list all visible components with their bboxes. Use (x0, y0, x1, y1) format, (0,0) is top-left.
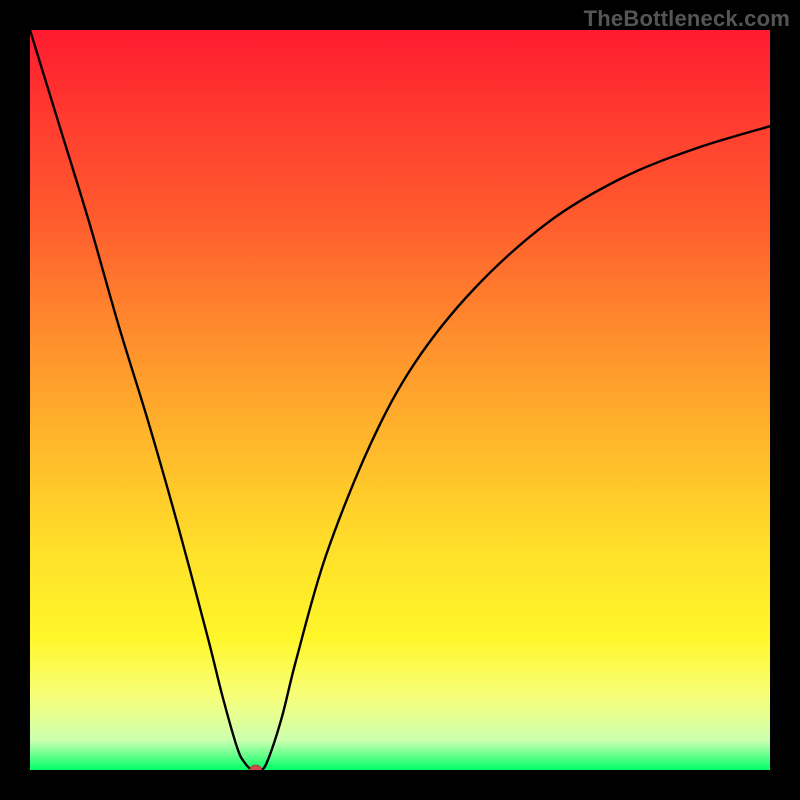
chart-svg (30, 30, 770, 770)
chart-frame: TheBottleneck.com (0, 0, 800, 800)
watermark-text: TheBottleneck.com (584, 6, 790, 32)
minimum-marker (250, 765, 262, 770)
bottleneck-curve (30, 30, 770, 770)
